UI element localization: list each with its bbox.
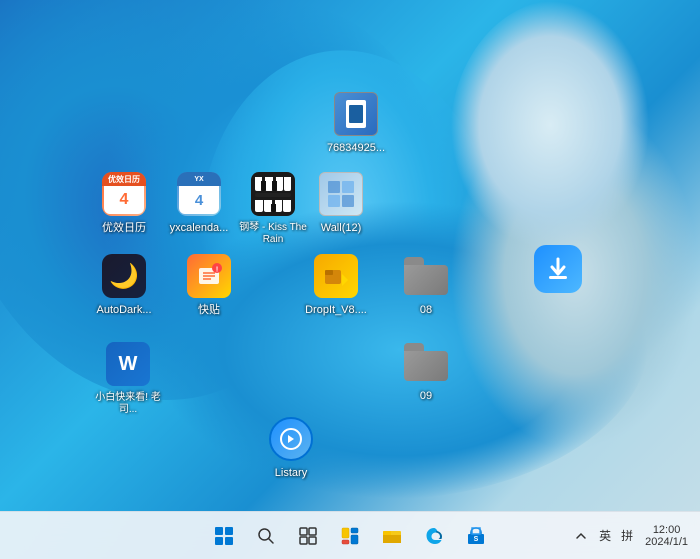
tray-caret-button[interactable] [571, 520, 591, 552]
icon-piano-label: 钢琴 - Kiss The Rain [237, 222, 309, 246]
icon-piano-img [249, 170, 297, 218]
icon-listary[interactable]: Listary [255, 415, 327, 480]
icon-youdao-calendar[interactable]: 优效日历 4 优效日历 [88, 170, 160, 235]
icon-dropit-img [312, 252, 360, 300]
store-icon: S [466, 526, 486, 546]
icon-folder08-label: 08 [420, 304, 432, 317]
icon-youdao-calendar-img: 优效日历 4 [100, 170, 148, 218]
desktop: 76834925... 优效日历 4 优效日历 YX 4 [0, 0, 700, 511]
windows-logo [215, 527, 233, 545]
edge-button[interactable] [414, 516, 454, 556]
icon-num76[interactable]: 76834925... [320, 90, 392, 155]
icon-xiaobai-label: 小白快来看! 老司... [92, 392, 164, 416]
icon-dropit-label: DropIt_V8.... [305, 304, 367, 317]
icon-kuaiti[interactable]: ! 快贴 [173, 252, 245, 317]
svg-text:S: S [474, 536, 479, 543]
icon-kuaiti-label: 快贴 [198, 304, 220, 317]
icon-wall12-img [317, 170, 365, 218]
icon-piano[interactable]: 钢琴 - Kiss The Rain [233, 170, 313, 246]
start-button[interactable] [204, 516, 244, 556]
file-explorer-icon [382, 526, 402, 546]
icon-download-img [534, 245, 582, 293]
caret-up-icon [575, 530, 587, 542]
icon-folder08[interactable]: 08 [390, 252, 462, 317]
search-icon [257, 527, 275, 545]
icon-autodark[interactable]: 🌙 AutoDark... [88, 252, 160, 317]
search-button[interactable] [246, 516, 286, 556]
store-button[interactable]: S [456, 516, 496, 556]
edge-icon [424, 526, 444, 546]
task-view-button[interactable] [288, 516, 328, 556]
widgets-button[interactable] [330, 516, 370, 556]
icon-download[interactable] [522, 245, 594, 297]
icon-listary-img [267, 415, 315, 463]
icon-autodark-img: 🌙 [100, 252, 148, 300]
icon-folder09[interactable]: 09 [390, 338, 462, 403]
taskbar-center: S [204, 516, 496, 556]
icon-yxcalendar-label: yxcalenda... [170, 222, 229, 235]
tray-lang-cn[interactable]: 拼 [619, 516, 635, 556]
clock-date: 2024/1/1 [645, 536, 688, 548]
icon-wall12-label: Wall(12) [321, 222, 362, 235]
icon-xiaobai[interactable]: W 小白快来看! 老司... [88, 340, 168, 416]
task-view-icon [299, 527, 317, 545]
icon-xiaobai-img: W [104, 340, 152, 388]
icon-yxcalendar-img: YX 4 [175, 170, 223, 218]
icon-folder09-label: 09 [420, 390, 432, 403]
widgets-icon [341, 527, 359, 545]
file-explorer-button[interactable] [372, 516, 412, 556]
clock-time: 12:00 [653, 524, 681, 536]
icon-listary-label: Listary [275, 467, 307, 480]
icon-folder09-img [402, 338, 450, 386]
icon-folder08-img [402, 252, 450, 300]
icon-kuaiti-img: ! [185, 252, 233, 300]
taskbar: S 英 拼 12:00 2024/1/1 [0, 511, 700, 559]
icon-youdao-calendar-label: 优效日历 [102, 222, 146, 235]
clock-area[interactable]: 12:00 2024/1/1 [641, 524, 692, 548]
icon-num76-label: 76834925... [327, 142, 385, 155]
icon-autodark-label: AutoDark... [96, 304, 151, 317]
icon-dropit[interactable]: DropIt_V8.... [300, 252, 372, 317]
svg-text:!: ! [216, 267, 218, 274]
icon-num76-img [332, 90, 380, 138]
icon-wall12[interactable]: Wall(12) [305, 170, 377, 235]
icon-yxcalendar[interactable]: YX 4 yxcalenda... [163, 170, 235, 235]
system-tray: 英 拼 12:00 2024/1/1 [563, 512, 700, 559]
tray-lang-en[interactable]: 英 [597, 516, 613, 556]
